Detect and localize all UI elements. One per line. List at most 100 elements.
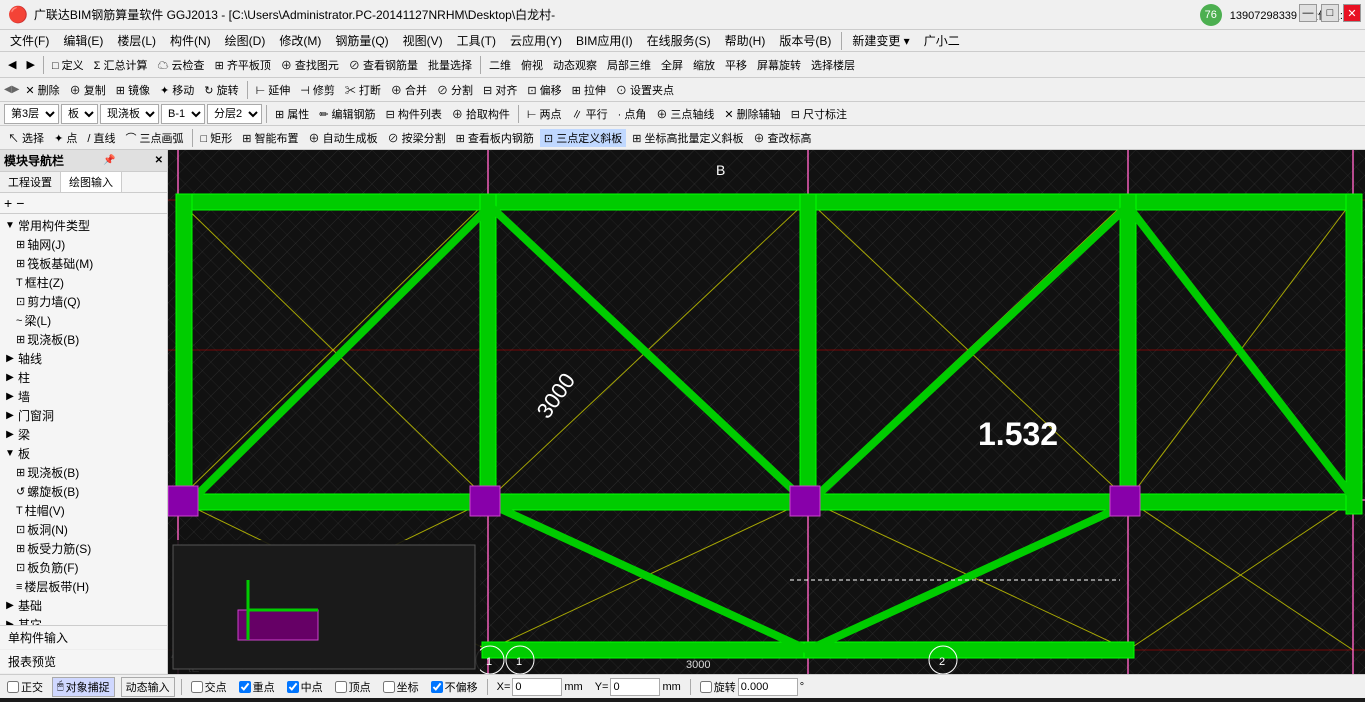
input-y[interactable] — [610, 678, 660, 696]
btn-find[interactable]: ⊕ 查找图元 — [277, 56, 343, 74]
btn-break[interactable]: ✂ 打断 — [341, 81, 385, 99]
tree-slabnegrebarF[interactable]: ⊡ 板负筋(F) — [2, 558, 165, 577]
btn-local-3d[interactable]: 局部三维 — [603, 56, 655, 74]
expand-common[interactable]: ▼ — [4, 220, 16, 231]
menu-online[interactable]: 在线服务(S) — [641, 30, 717, 51]
btn-pan[interactable]: 平移 — [721, 56, 751, 74]
menu-help[interactable]: 帮助(H) — [719, 30, 772, 51]
btn-edit-rebar[interactable]: ✏ 编辑钢筋 — [315, 105, 379, 123]
tree-foundation[interactable]: ▶ 基础 — [2, 596, 165, 615]
tree-beam[interactable]: ~ 梁(L) — [2, 311, 165, 330]
btn-three-axis[interactable]: ⊕ 三点轴线 — [652, 105, 718, 123]
btn-arc[interactable]: ⌒ 三点画弧 — [121, 129, 187, 147]
name-select[interactable]: B-1 — [161, 104, 205, 124]
menu-cloud[interactable]: 云应用(Y) — [504, 30, 568, 51]
expand-found[interactable]: ▶ — [4, 600, 16, 611]
btn-add-panel[interactable]: + — [4, 195, 12, 211]
btn-fullscreen[interactable]: 全屏 — [657, 56, 687, 74]
btn-select[interactable]: ↖ 选择 — [4, 129, 48, 147]
expand-beam[interactable]: ▶ — [4, 429, 16, 440]
expand-slab[interactable]: ▼ — [4, 448, 16, 459]
menu-component[interactable]: 构件(N) — [164, 30, 217, 51]
btn-coord-slope[interactable]: ⊞ 坐标高批量定义斜板 — [628, 129, 747, 147]
btn-three-slope[interactable]: ⊡ 三点定义斜板 — [540, 129, 626, 147]
btn-point-draw[interactable]: ✦ 点 — [50, 129, 81, 147]
btn-move[interactable]: ✦ 移动 — [156, 81, 198, 99]
material-select[interactable]: 现浇板 — [100, 104, 159, 124]
menu-file[interactable]: 文件(F) — [4, 30, 55, 51]
btn-split-beam[interactable]: ⊘ 按梁分割 — [384, 129, 450, 147]
btn-stretch[interactable]: ⊞ 拉伸 — [568, 81, 610, 99]
btn-pick[interactable]: ⊕ 拾取构件 — [448, 105, 514, 123]
menu-rebar[interactable]: 钢筋量(Q) — [329, 30, 394, 51]
cb-zhengjiao[interactable] — [7, 681, 19, 693]
expand-dw[interactable]: ▶ — [4, 410, 16, 421]
tree-wall[interactable]: ⊡ 剪力墙(Q) — [2, 292, 165, 311]
btn-forward[interactable]: ▶ — [22, 57, 38, 72]
tree-floorband[interactable]: ≡ 楼层板带(H) — [2, 577, 165, 596]
minimize-button[interactable]: — — [1299, 4, 1317, 22]
menu-view[interactable]: 视图(V) — [397, 30, 449, 51]
btn-view-rebar[interactable]: ⊘ 查看钢筋量 — [345, 56, 422, 74]
btn-sum[interactable]: Σ 汇总计算 — [90, 56, 152, 74]
tree-raft[interactable]: ⊞ 筏板基础(M) — [2, 254, 165, 273]
btn-split[interactable]: ⊘ 分割 — [433, 81, 477, 99]
input-x[interactable] — [512, 678, 562, 696]
btn-two-point[interactable]: ⊢ 两点 — [523, 105, 566, 123]
btn-trim[interactable]: ⊣ 修剪 — [296, 81, 339, 99]
btn-dim[interactable]: ⊟ 尺寸标注 — [787, 105, 851, 123]
panel-pin[interactable]: 📌 — [103, 155, 115, 166]
btn-line[interactable]: / 直线 — [83, 129, 119, 147]
menu-new-change[interactable]: 新建变更 ▾ — [846, 30, 915, 51]
cb-mid[interactable] — [287, 681, 299, 693]
btn-property[interactable]: ⊞ 属性 — [271, 105, 313, 123]
btn-offset[interactable]: ⊡ 偏移 — [523, 81, 565, 99]
expand-col[interactable]: ▶ — [4, 372, 16, 383]
close-button[interactable]: ✕ — [1343, 4, 1361, 22]
expand-wall[interactable]: ▶ — [4, 391, 16, 402]
input-angle[interactable] — [738, 678, 798, 696]
expand-axis[interactable]: ▶ — [4, 353, 16, 364]
maximize-button[interactable]: □ — [1321, 4, 1339, 22]
tree-slab[interactable]: ⊞ 现浇板(B) — [2, 330, 165, 349]
btn-point-angle[interactable]: · 点角 — [614, 105, 651, 123]
btn-parallel[interactable]: ∥ 平行 — [568, 105, 612, 123]
btn-rect[interactable]: □ 矩形 — [197, 129, 237, 147]
tree-common[interactable]: ▼ 常用构件类型 — [2, 216, 165, 235]
tree-castslab[interactable]: ⊞ 现浇板(B) — [2, 463, 165, 482]
tree-slabhole[interactable]: ⊡ 板洞(N) — [2, 520, 165, 539]
menu-modify[interactable]: 修改(M) — [273, 30, 327, 51]
layer-select[interactable]: 分层2 — [207, 104, 262, 124]
menu-edit[interactable]: 编辑(E) — [57, 30, 109, 51]
menu-tools[interactable]: 工具(T) — [451, 30, 502, 51]
btn-remove-panel[interactable]: − — [16, 195, 24, 211]
btn-merge[interactable]: ⊕ 合并 — [387, 81, 431, 99]
tree-other[interactable]: ▶ 其它 — [2, 615, 165, 625]
btn-extend[interactable]: ⊢ 延伸 — [252, 81, 295, 99]
floor-select[interactable]: 第3层 — [4, 104, 59, 124]
btn-zoom[interactable]: 缩放 — [689, 56, 719, 74]
btn-select-floor[interactable]: 选择楼层 — [807, 56, 859, 74]
cb-key[interactable] — [239, 681, 251, 693]
tree-spiralslab[interactable]: ↺ 螺旋板(B) — [2, 482, 165, 501]
menu-bim[interactable]: BIM应用(I) — [570, 30, 639, 51]
btn-batch[interactable]: 批量选择 — [424, 56, 476, 74]
tree-doorwin[interactable]: ▶ 门窗洞 — [2, 406, 165, 425]
btn-del-axis[interactable]: ✕ 删除辅轴 — [720, 105, 784, 123]
menu-version[interactable]: 版本号(B) — [773, 30, 837, 51]
menu-floor[interactable]: 楼层(L) — [111, 30, 162, 51]
btn-rotate[interactable]: ↻ 旋转 — [200, 81, 242, 99]
cb-cross[interactable] — [191, 681, 203, 693]
btn-grip[interactable]: ⊙ 设置夹点 — [612, 81, 678, 99]
canvas-area[interactable]: 1.532 3000 .690 .690 B A tE 1 1 2 — [168, 150, 1365, 674]
btn-view-rebar2[interactable]: ⊞ 查看板内钢筋 — [452, 129, 538, 147]
tree-column[interactable]: ▶ 柱 — [2, 368, 165, 387]
tree-wallcat[interactable]: ▶ 墙 — [2, 387, 165, 406]
btn-back[interactable]: ◀ — [4, 57, 20, 72]
type-select[interactable]: 板 — [61, 104, 98, 124]
btn-copy[interactable]: ⊕ 复制 — [66, 81, 110, 99]
btn-top-view[interactable]: 俯视 — [517, 56, 547, 74]
cb-nooffset[interactable] — [431, 681, 443, 693]
tree-slabcat[interactable]: ▼ 板 — [2, 444, 165, 463]
tree-col[interactable]: T 框柱(Z) — [2, 273, 165, 292]
